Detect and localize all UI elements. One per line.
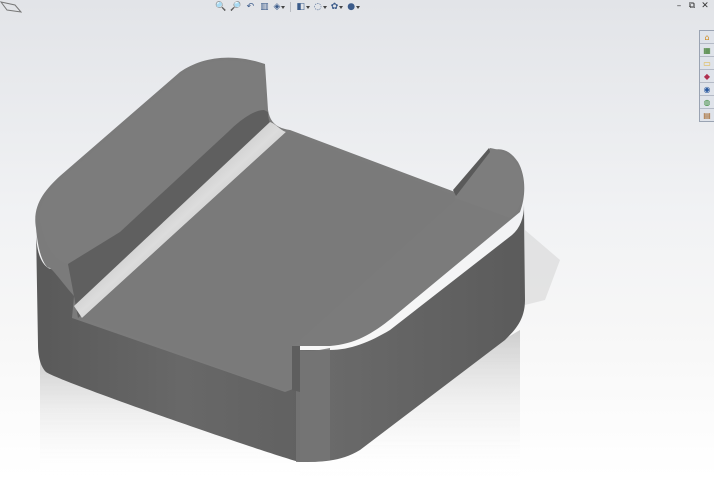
apply-scene-icon[interactable]: ● [346, 1, 361, 13]
resources-icon[interactable]: ⌂ [700, 31, 714, 44]
file-explorer-icon[interactable]: ▭ [700, 57, 714, 70]
custom-properties-icon[interactable]: ◍ [700, 96, 714, 109]
triad-icon [0, 1, 22, 13]
display-style-icon[interactable]: ◧ [295, 1, 311, 13]
appearances-icon[interactable]: ◉ [700, 83, 714, 96]
front-notch-wall [292, 346, 300, 392]
hide-show-items-icon[interactable]: ◌ [313, 1, 328, 13]
forum-icon[interactable]: ▤ [700, 109, 714, 121]
minimize-icon[interactable]: – [674, 1, 684, 12]
heads-up-view-toolbar: 🔍 🔎 ↶ ▥ ◈ ◧ ◌ ✿ ● [214, 0, 361, 14]
design-library-icon[interactable]: ▦ [700, 44, 714, 57]
toolbar-separator [290, 2, 292, 12]
view-orientation-icon[interactable]: ◈ [272, 1, 286, 13]
graphics-area[interactable] [0, 0, 714, 477]
task-pane-tabs: ⌂ ▦ ▭ ◆ ◉ ◍ ▤ [699, 30, 714, 122]
window-controls: – ⧉ ✕ [674, 1, 710, 12]
front-corner-fillet [296, 348, 330, 462]
view-palette-icon[interactable]: ◆ [700, 70, 714, 83]
restore-icon[interactable]: ⧉ [687, 1, 697, 12]
zoom-to-area-icon[interactable]: 🔎 [229, 1, 242, 13]
close-icon[interactable]: ✕ [700, 1, 710, 12]
edit-appearance-icon[interactable]: ✿ [330, 1, 345, 13]
part-model [35, 57, 560, 477]
zoom-to-fit-icon[interactable]: 🔍 [214, 1, 227, 13]
section-view-icon[interactable]: ▥ [258, 1, 270, 13]
previous-view-icon[interactable]: ↶ [244, 1, 256, 13]
